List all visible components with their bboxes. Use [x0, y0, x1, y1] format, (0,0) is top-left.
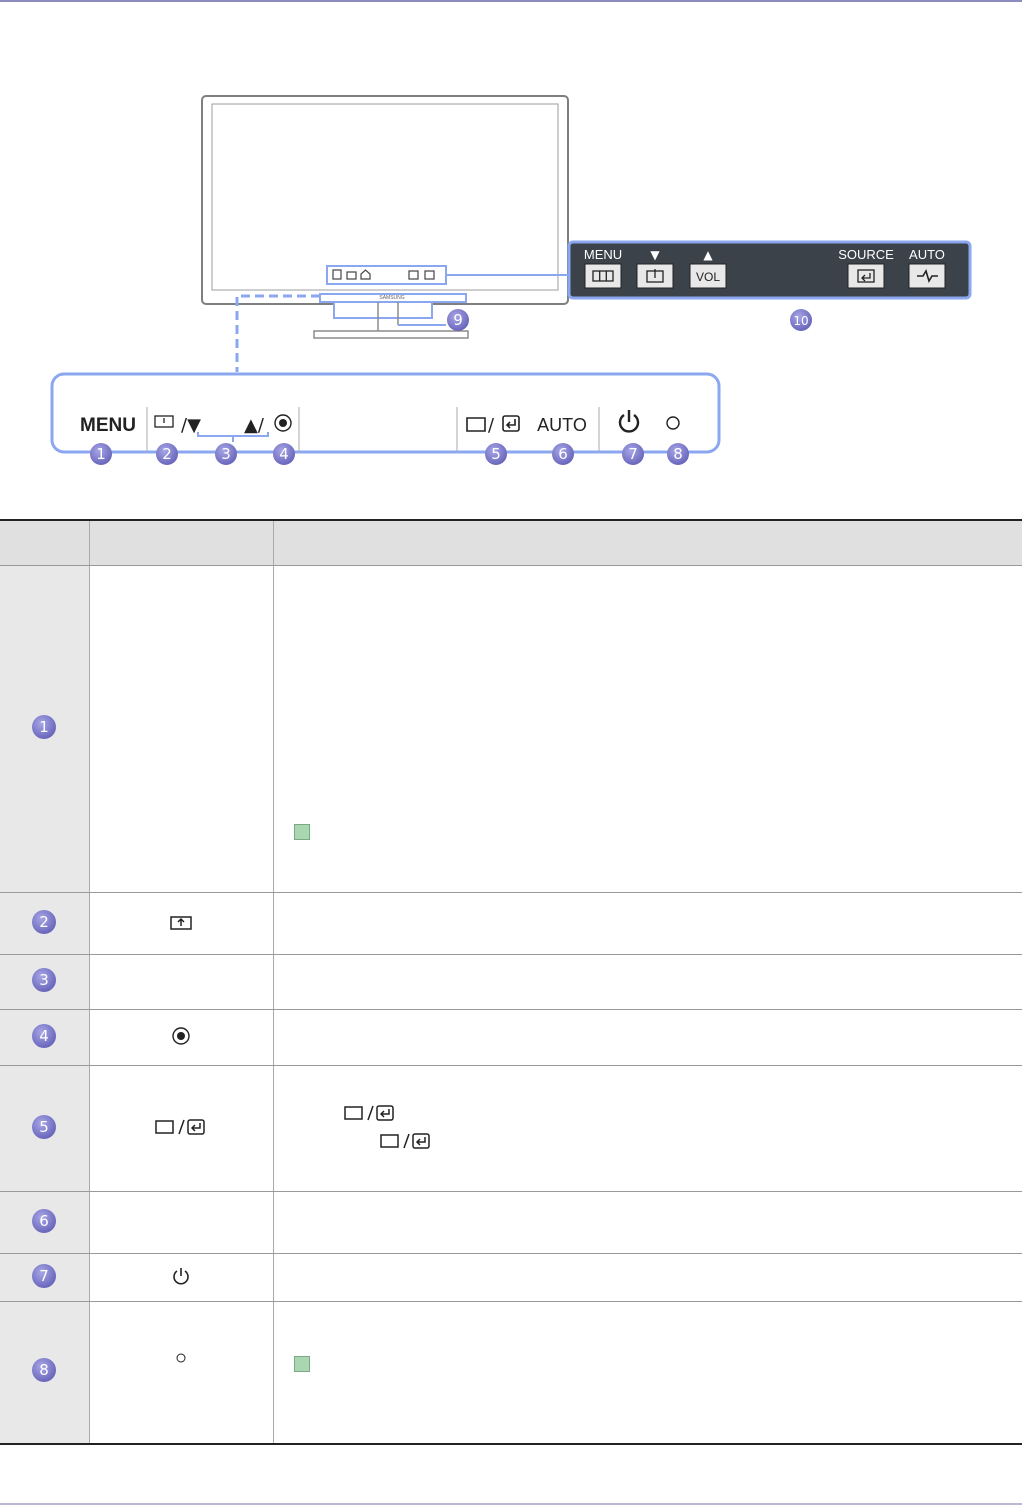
svg-text:8: 8: [673, 445, 683, 463]
number-badge: 1: [32, 715, 57, 739]
svg-text:6: 6: [558, 445, 568, 463]
header-description: [272, 519, 1022, 566]
number-badge: 3: [32, 968, 57, 992]
row-description-cell: [272, 1191, 1022, 1254]
row-number-cell: 7: [0, 1253, 89, 1302]
callout-6: 6: [552, 443, 574, 465]
svg-text:2: 2: [39, 913, 49, 931]
panel-label-up: ▲: [703, 248, 713, 262]
panel-label-menu: MENU: [584, 247, 622, 262]
svg-text:/: /: [488, 415, 495, 436]
svg-text:8: 8: [39, 1361, 49, 1379]
number-badge: 5: [32, 1114, 57, 1139]
row-description-cell: [272, 954, 1022, 1010]
svg-text:10: 10: [793, 314, 808, 328]
row-description-cell: [272, 565, 1022, 893]
row-description-cell: [272, 1065, 1022, 1192]
table-row: 6: [0, 1191, 1022, 1254]
note-icon: [293, 1356, 310, 1372]
note-icon: [293, 824, 310, 840]
row-number-cell: 6: [0, 1191, 89, 1254]
row-number-cell: 2: [0, 892, 89, 955]
callout-9: 9: [447, 309, 469, 331]
vol-key-label: VOL: [696, 270, 720, 284]
row-description-cell: [272, 892, 1022, 955]
source-enter-icon: [155, 1118, 205, 1135]
circle-icon: [176, 1353, 186, 1363]
row-description-cell: [272, 1009, 1022, 1066]
row-number-cell: 8: [0, 1301, 89, 1445]
row-name-cell: [88, 1301, 273, 1445]
monitor-diagram: SAMSUNG MENU ▼ ▲ SOURCE AUTO VOL MENU /▼…: [50, 95, 972, 465]
bottom-rule: [0, 1503, 1022, 1505]
table-row: 8: [0, 1301, 1022, 1445]
svg-text:1: 1: [96, 445, 106, 463]
svg-text:1: 1: [39, 718, 49, 736]
table-row: 3: [0, 954, 1022, 1010]
table-row: 7: [0, 1253, 1022, 1302]
row-description-cell: [272, 1253, 1022, 1302]
number-badge: 8: [32, 1358, 57, 1383]
enter-dot-icon: [172, 1026, 190, 1045]
number-badge: 2: [32, 909, 57, 934]
table-row: 1: [0, 565, 1022, 893]
row-name-cell: [88, 892, 273, 955]
callout-1: 1: [90, 443, 112, 465]
svg-text:7: 7: [628, 445, 638, 463]
number-badge: 6: [32, 1208, 57, 1233]
callout-8: 8: [667, 443, 689, 465]
row-name-cell: [88, 1253, 273, 1302]
panel-label-source: SOURCE: [838, 247, 894, 262]
callout-4: 4: [273, 443, 295, 465]
power-icon: [173, 1267, 189, 1284]
brightness-icon: [170, 915, 192, 930]
row-number-cell: 3: [0, 954, 89, 1010]
table-row: 5: [0, 1065, 1022, 1192]
callout-7: 7: [622, 443, 644, 465]
table-row: 4: [0, 1009, 1022, 1066]
row-name-cell: [88, 1065, 273, 1192]
svg-text:▲/: ▲/: [244, 415, 265, 436]
row-name-cell: [88, 565, 273, 893]
svg-text:3: 3: [39, 971, 49, 989]
svg-text:4: 4: [39, 1027, 49, 1045]
row-name-cell: [88, 1191, 273, 1254]
svg-text:6: 6: [39, 1212, 49, 1230]
monitor: SAMSUNG: [201, 95, 570, 339]
table-header-row: [0, 519, 1022, 566]
brand-label: SAMSUNG: [379, 295, 404, 301]
callout-5: 5: [485, 443, 507, 465]
svg-text:3: 3: [221, 445, 231, 463]
svg-text:5: 5: [491, 445, 501, 463]
button-spec-table: 1 2 3 4 5 6 7 8: [0, 519, 1022, 1445]
svg-text:4: 4: [279, 445, 289, 463]
number-badge: 4: [32, 1023, 57, 1048]
row-name-cell: [88, 954, 273, 1010]
side-control-panel: MENU ▼ ▲ SOURCE AUTO VOL: [567, 240, 972, 300]
front-button-strip: MENU /▼ ▲/ / AUTO: [50, 372, 721, 454]
row-number-cell: 4: [0, 1009, 89, 1066]
table-row: 2: [0, 892, 1022, 955]
source-enter-icon: [343, 1104, 394, 1121]
header-name: [88, 519, 273, 566]
svg-text:5: 5: [39, 1118, 49, 1136]
dashed-connector: [235, 294, 320, 372]
svg-text:9: 9: [453, 311, 463, 329]
panel-label-down: ▼: [650, 248, 660, 262]
row-number-cell: 5: [0, 1065, 89, 1192]
source-enter-icon: [379, 1132, 430, 1149]
strip-menu-label: MENU: [80, 415, 136, 436]
svg-text:7: 7: [39, 1267, 49, 1285]
callout-10: 10: [790, 309, 812, 331]
number-badge: 7: [32, 1263, 57, 1288]
callout-3: 3: [215, 443, 237, 465]
panel-label-auto: AUTO: [909, 247, 945, 262]
row-number-cell: 1: [0, 565, 89, 893]
callout-2: 2: [156, 443, 178, 465]
header-number: [0, 519, 89, 566]
row-name-cell: [88, 1009, 273, 1066]
svg-text:2: 2: [162, 445, 172, 463]
strip-auto-label: AUTO: [537, 415, 587, 435]
row-description-cell: [272, 1301, 1022, 1445]
